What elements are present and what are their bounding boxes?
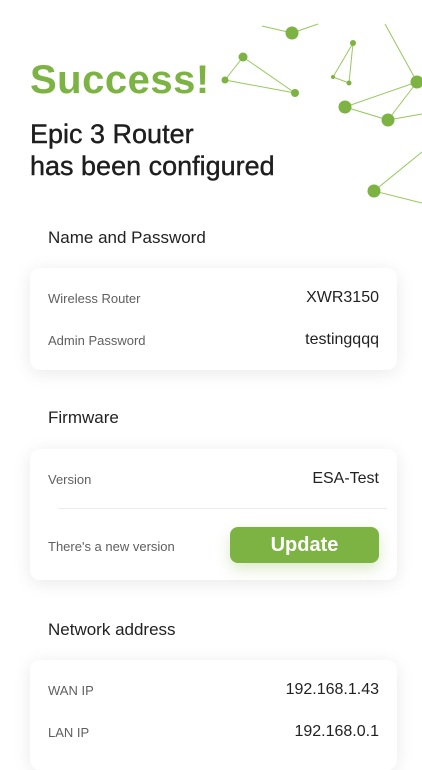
version-value: ESA-Test xyxy=(312,470,379,488)
configured-line: has been configured xyxy=(30,150,390,182)
network-address-section-title: Network address xyxy=(48,620,176,640)
wireless-router-row: Wireless Router XWR3150 xyxy=(48,286,379,310)
name-password-section-title: Name and Password xyxy=(48,228,206,248)
lan-ip-value: 192.168.0.1 xyxy=(294,723,379,741)
admin-password-label: Admin Password xyxy=(48,333,146,348)
success-title: Success! xyxy=(30,56,390,104)
firmware-section-title: Firmware xyxy=(48,408,119,428)
version-row: Version ESA-Test xyxy=(48,467,379,491)
version-label: Version xyxy=(48,472,91,487)
wireless-router-value: XWR3150 xyxy=(306,289,379,307)
update-button[interactable]: Update xyxy=(230,527,379,563)
lan-ip-row: LAN IP 192.168.0.1 xyxy=(48,720,379,744)
name-password-card: Wireless Router XWR3150 Admin Password t… xyxy=(30,268,397,370)
admin-password-row: Admin Password testingqqq xyxy=(48,328,379,352)
network-address-card: WAN IP 192.168.1.43 LAN IP 192.168.0.1 xyxy=(30,660,397,770)
firmware-divider xyxy=(58,508,387,509)
admin-password-value: testingqqq xyxy=(305,331,379,349)
new-version-row: There's a new version xyxy=(48,534,212,558)
router-name-line: Epic 3 Router xyxy=(30,118,390,150)
success-header: Success! Epic 3 Router has been configur… xyxy=(30,56,390,182)
wireless-router-label: Wireless Router xyxy=(48,291,140,306)
configured-message: Epic 3 Router has been configured xyxy=(30,118,390,182)
wan-ip-value: 192.168.1.43 xyxy=(286,681,379,699)
firmware-card: Version ESA-Test There's a new version U… xyxy=(30,449,397,580)
wan-ip-label: WAN IP xyxy=(48,683,94,698)
new-version-label: There's a new version xyxy=(48,539,175,554)
lan-ip-label: LAN IP xyxy=(48,725,89,740)
wan-ip-row: WAN IP 192.168.1.43 xyxy=(48,678,379,702)
